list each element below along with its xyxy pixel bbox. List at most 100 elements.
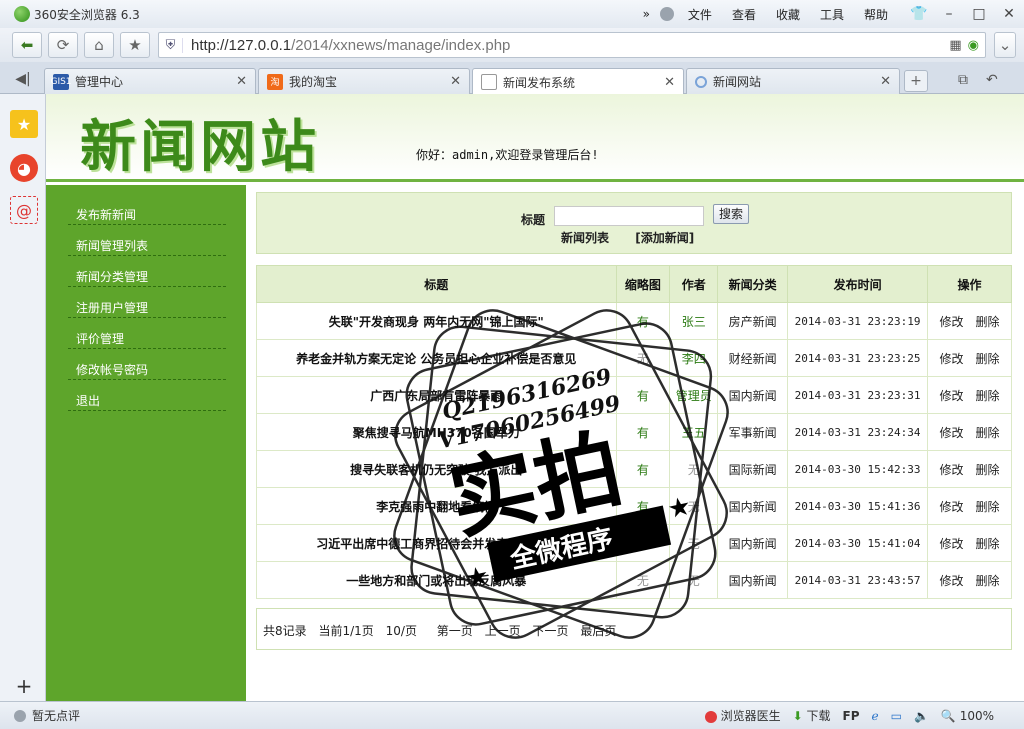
edit-link[interactable]: 修改: [940, 389, 964, 403]
news-title-cell[interactable]: 聚焦搜寻马航MH370各国军力: [256, 413, 617, 451]
weibo-icon[interactable]: ◕: [10, 154, 38, 182]
minimize-button[interactable]: –: [934, 2, 964, 26]
sidebar-item-user-management[interactable]: 注册用户管理: [68, 287, 226, 318]
news-title-cell[interactable]: 李克强雨中翻地看墒情: [256, 487, 617, 525]
close-window-button[interactable]: ✕: [994, 2, 1024, 26]
refresh-button[interactable]: ⟳: [48, 32, 78, 58]
delete-link[interactable]: 删除: [976, 352, 1000, 366]
delete-link[interactable]: 删除: [976, 537, 1000, 551]
sidebar-item-change-password[interactable]: 修改帐号密码: [68, 349, 226, 380]
qr-code-icon[interactable]: ▦: [949, 38, 961, 53]
tab-management-center[interactable]: GIS1 管理中心 ✕: [44, 68, 256, 94]
table-row: 聚焦搜寻马航MH370各国军力有王五 军事新闻 2014-03-31 23:24:3…: [256, 413, 1012, 451]
sidebar-item-logout[interactable]: 退出: [68, 380, 226, 411]
sidebar-item-review-management[interactable]: 评价管理: [68, 318, 226, 349]
menu-help[interactable]: 帮助: [854, 6, 898, 23]
last-page-link[interactable]: 最后页: [580, 624, 616, 638]
table-row: 广西广东局部有雷阵暴雨有管理员 国内新闻 2014-03-31 23:23:31 修改…: [256, 376, 1012, 414]
tab-close-icon[interactable]: ✕: [236, 74, 247, 89]
maximize-button[interactable]: □: [964, 2, 994, 26]
delete-link[interactable]: 删除: [976, 389, 1000, 403]
restore-tabs-icon[interactable]: ⧉: [958, 72, 968, 88]
translate-icon[interactable]: FP: [843, 709, 860, 723]
news-title-cell[interactable]: 搜寻失联客机仍无突破 我方派出: [256, 450, 617, 488]
table-row: 习近平出席中德工商界招待会并发表重要讲话无无国内新闻 2014-03-30 15:…: [256, 524, 1012, 562]
edit-link[interactable]: 修改: [940, 500, 964, 514]
news-list-link[interactable]: 新闻列表: [561, 231, 609, 245]
add-sidebar-app-icon[interactable]: +: [10, 672, 38, 700]
taobao-icon: 淘: [267, 73, 283, 90]
category-cell: 国内新闻: [717, 561, 789, 599]
publish-time-cell: 2014-03-31 23:23:31: [787, 376, 929, 414]
actions-cell: 修改 删除: [927, 376, 1012, 414]
edit-link[interactable]: 修改: [940, 463, 964, 477]
site-header: 新闻网站 你好：admin,欢迎登录管理后台!: [46, 94, 1024, 182]
search-button[interactable]: 搜索: [713, 204, 749, 224]
menu-tools[interactable]: 工具: [810, 6, 854, 23]
search-title-input[interactable]: [554, 206, 704, 226]
news-title-cell[interactable]: 一些地方和部门或将出现反腐风暴: [256, 561, 617, 599]
delete-link[interactable]: 删除: [976, 315, 1000, 329]
edit-link[interactable]: 修改: [940, 352, 964, 366]
undo-close-icon[interactable]: ↶: [986, 72, 998, 88]
thumbnail-cell: 有: [615, 302, 671, 340]
sidebar-item-publish-news[interactable]: 发布新新闻: [68, 194, 226, 225]
email-at-icon[interactable]: @: [10, 196, 38, 224]
back-button[interactable]: ⬅: [12, 32, 42, 58]
news-title-cell[interactable]: 失联"开发商现身 两年内无网"锦上国际": [256, 302, 617, 340]
menu-favorites[interactable]: 收藏: [766, 6, 810, 23]
next-page-link[interactable]: 下一页: [532, 624, 568, 638]
actions-cell: 修改 删除: [927, 487, 1012, 525]
edit-link[interactable]: 修改: [940, 426, 964, 440]
more-chevron-icon[interactable]: »: [633, 7, 660, 21]
dropdown-chevron-icon[interactable]: ⌄: [994, 32, 1016, 58]
url-text[interactable]: http://127.0.0.1/2014/xxnews/manage/inde…: [183, 37, 510, 54]
category-cell: 国内新闻: [717, 376, 789, 414]
tab-close-icon[interactable]: ✕: [664, 75, 675, 90]
publish-time-cell: 2014-03-30 15:42:33: [787, 450, 929, 488]
security-shield-icon[interactable]: ⛨: [159, 37, 183, 53]
tab-news-publishing[interactable]: 新闻发布系统 ✕: [472, 68, 684, 95]
news-title-cell[interactable]: 养老金并轨方案无定论 公务员担心企业补偿是否意见: [256, 339, 617, 377]
home-button[interactable]: ⌂: [84, 32, 114, 58]
user-account-icon[interactable]: [659, 7, 674, 21]
delete-link[interactable]: 删除: [976, 500, 1000, 514]
status-review-text[interactable]: 暂无点评: [32, 707, 80, 724]
first-page-link[interactable]: 第一页: [437, 624, 473, 638]
menu-view[interactable]: 查看: [722, 6, 766, 23]
delete-link[interactable]: 删除: [976, 463, 1000, 477]
zoom-control[interactable]: 🔍 100%: [941, 709, 994, 723]
add-news-link[interactable]: [添加新闻]: [635, 231, 694, 245]
skin-icon[interactable]: 👕: [904, 2, 934, 26]
tab-close-icon[interactable]: ✕: [450, 74, 461, 89]
volume-icon[interactable]: 🔈: [914, 709, 929, 723]
sidebar-item-news-categories[interactable]: 新闻分类管理: [68, 256, 226, 287]
delete-link[interactable]: 删除: [976, 574, 1000, 588]
table-row: 李克强雨中翻地看墒情有无国内新闻 2014-03-30 15:41:36 修改 删除: [256, 487, 1012, 525]
menu-file[interactable]: 文件: [678, 6, 722, 23]
browser-app-title: 360安全浏览器 6.3: [34, 7, 140, 22]
edit-link[interactable]: 修改: [940, 315, 964, 329]
new-tab-button[interactable]: +: [904, 70, 928, 92]
screen-icon[interactable]: ▭: [891, 709, 902, 723]
bookmark-star-button[interactable]: ★: [120, 32, 150, 58]
tab-my-taobao[interactable]: 淘 我的淘宝 ✕: [258, 68, 470, 94]
browser-mode-icon[interactable]: ◉: [968, 38, 979, 53]
sidebar-item-news-list[interactable]: 新闻管理列表: [68, 225, 226, 256]
download-button[interactable]: ⬇ 下载: [793, 707, 831, 724]
favorites-star-icon[interactable]: ★: [10, 110, 38, 138]
ie-mode-icon[interactable]: ℯ: [872, 709, 879, 723]
delete-link[interactable]: 删除: [976, 426, 1000, 440]
browser-doctor-button[interactable]: 浏览器医生: [704, 707, 781, 724]
category-cell: 国内新闻: [717, 487, 789, 525]
author-cell: 无: [669, 524, 719, 562]
tab-news-site[interactable]: 新闻网站 ✕: [686, 68, 900, 94]
news-title-cell[interactable]: 习近平出席中德工商界招待会并发表重要讲话: [256, 524, 617, 562]
prev-page-link[interactable]: 上一页: [485, 624, 521, 638]
tab-close-icon[interactable]: ✕: [880, 74, 891, 89]
sidebar-toggle-icon[interactable]: ◀|: [8, 68, 38, 90]
url-bar[interactable]: ⛨ http://127.0.0.1/2014/xxnews/manage/in…: [158, 32, 986, 58]
edit-link[interactable]: 修改: [940, 537, 964, 551]
edit-link[interactable]: 修改: [940, 574, 964, 588]
news-title-cell[interactable]: 广西广东局部有雷阵暴雨: [256, 376, 617, 414]
